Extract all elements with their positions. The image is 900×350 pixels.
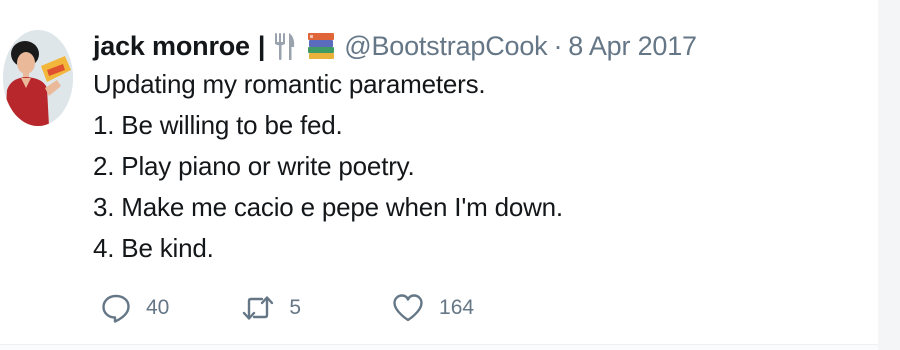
page-gutter xyxy=(878,0,900,350)
retweet-count: 5 xyxy=(289,296,302,319)
like-button[interactable]: 164 xyxy=(391,292,474,324)
author-display-name[interactable]: jack monroe xyxy=(93,31,250,62)
books-icon xyxy=(306,31,336,61)
date-separator: · xyxy=(553,30,563,61)
tweet-line: 4. Be kind. xyxy=(93,233,214,263)
retweet-button[interactable]: 5 xyxy=(241,292,301,324)
heart-icon xyxy=(391,292,425,324)
reply-icon xyxy=(100,292,132,324)
fork-and-knife-icon xyxy=(272,31,298,61)
author-handle[interactable]: @BootstrapCook xyxy=(344,31,547,62)
avatar[interactable] xyxy=(3,30,73,126)
tweet-line: 1. Be willing to be fed. xyxy=(93,110,343,140)
tweet-card[interactable]: jack monroe | @BootstrapCook · 8 Apr 201… xyxy=(0,0,878,345)
tweet-text: Updating my romantic parameters. 1. Be w… xyxy=(93,64,563,269)
tweet-actions: 40 5 164 xyxy=(100,288,474,328)
tweet-header: jack monroe | @BootstrapCook · 8 Apr 201… xyxy=(93,26,697,66)
reply-count: 40 xyxy=(146,296,170,319)
tweet-line: 2. Play piano or write poetry. xyxy=(93,151,415,181)
tweet-date[interactable]: 8 Apr 2017 xyxy=(568,31,697,62)
tweet-line: 3. Make me cacio e pepe when I'm down. xyxy=(93,192,563,222)
like-count: 164 xyxy=(439,296,475,319)
name-separator: | xyxy=(257,30,266,61)
reply-button[interactable]: 40 xyxy=(100,292,169,324)
retweet-icon xyxy=(241,292,275,324)
tweet-line: Updating my romantic parameters. xyxy=(93,69,486,99)
